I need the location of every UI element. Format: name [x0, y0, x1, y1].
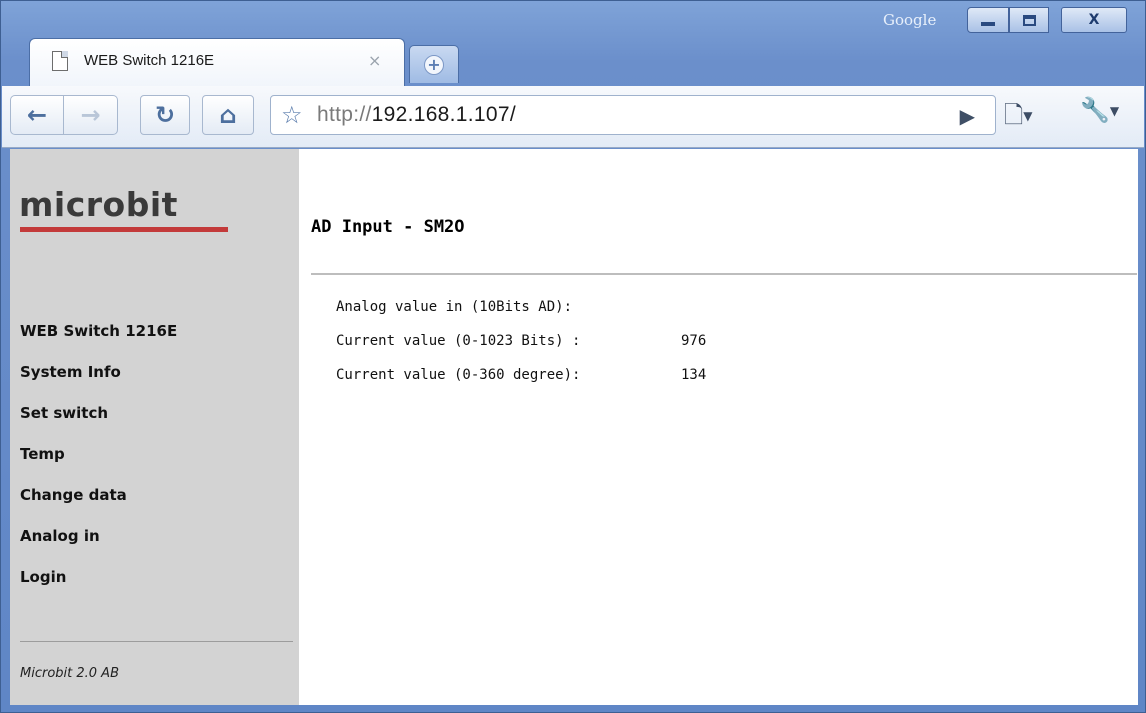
value-degree: 134 — [681, 367, 707, 383]
back-button[interactable]: ← — [10, 95, 64, 135]
url-text[interactable]: http://192.168.1.107/ — [317, 103, 516, 127]
sidebar-item-temp[interactable]: Temp — [20, 444, 177, 485]
sidebar-divider — [20, 641, 293, 642]
chevron-down-icon: ▼ — [1109, 104, 1120, 118]
sidebar-item-system-info[interactable]: System Info — [20, 362, 177, 403]
title-divider — [311, 273, 1137, 275]
value-row-bits: Current value (0-1023 Bits) : 976 — [336, 333, 706, 367]
home-icon: ⌂ — [219, 101, 237, 129]
logo-underline — [20, 227, 228, 232]
value-label: Current value (0-1023 Bits) : — [336, 333, 581, 349]
browser-window: Google X WEB Switch 1216E × + ← → ↻ ⌂ ☆ … — [0, 0, 1146, 713]
forward-button[interactable]: → — [64, 95, 118, 135]
forward-arrow-icon: → — [80, 101, 101, 129]
value-row-degree: Current value (0-360 degree): 134 — [336, 367, 706, 401]
page-icon — [52, 51, 68, 71]
url-host: 192.168.1.107/ — [371, 103, 516, 126]
wrench-menu-button[interactable]: 🔧▼ — [1080, 96, 1119, 124]
new-tab-button[interactable]: + — [409, 45, 459, 83]
microbit-logo: microbit — [19, 185, 178, 224]
maximize-button[interactable] — [1009, 7, 1049, 33]
minimize-icon — [981, 22, 995, 26]
sidebar: microbit WEB Switch 1216E System Info Se… — [10, 149, 299, 705]
web-page: microbit WEB Switch 1216E System Info Se… — [10, 149, 1138, 705]
sidebar-item-set-switch[interactable]: Set switch — [20, 403, 177, 444]
url-scheme: http:// — [317, 103, 372, 126]
page-menu-button[interactable]: 🗋▼ — [1004, 98, 1033, 139]
browser-toolbar: ← → ↻ ⌂ ☆ http://192.168.1.107/ ▶ 🗋▼ 🔧▼ — [2, 86, 1144, 148]
bookmark-star-icon[interactable]: ☆ — [281, 101, 303, 129]
sidebar-nav: WEB Switch 1216E System Info Set switch … — [20, 321, 177, 608]
maximize-icon — [1022, 14, 1036, 26]
tab-close-icon[interactable]: × — [368, 51, 381, 70]
reload-icon: ↻ — [154, 101, 176, 129]
close-icon: X — [1088, 12, 1100, 28]
sidebar-item-login[interactable]: Login — [20, 567, 177, 608]
home-button[interactable]: ⌂ — [202, 95, 254, 135]
main-content: AD Input - SM2O Analog value in (10Bits … — [299, 149, 1138, 705]
go-arrow-icon[interactable]: ▶ — [960, 104, 975, 128]
page-icon: 🗋 — [1004, 101, 1024, 129]
minimize-button[interactable] — [967, 7, 1009, 33]
sidebar-item-analog-in[interactable]: Analog in — [20, 526, 177, 567]
address-bar[interactable]: ☆ http://192.168.1.107/ ▶ — [270, 95, 996, 135]
reload-button[interactable]: ↻ — [140, 95, 190, 135]
close-window-button[interactable]: X — [1061, 7, 1127, 33]
chevron-down-icon: ▼ — [1023, 109, 1033, 123]
tab-active[interactable]: WEB Switch 1216E × — [29, 38, 405, 86]
value-bits: 976 — [681, 333, 707, 349]
page-title: AD Input - SM2O — [311, 217, 465, 237]
sidebar-item-change-data[interactable]: Change data — [20, 485, 177, 526]
sidebar-item-web-switch[interactable]: WEB Switch 1216E — [20, 321, 177, 362]
plus-icon: + — [424, 54, 444, 75]
back-arrow-icon: ← — [26, 101, 48, 129]
analog-heading: Analog value in (10Bits AD): — [336, 299, 573, 315]
browser-brand: Google — [883, 11, 937, 29]
sidebar-footer: Microbit 2.0 AB — [20, 666, 119, 681]
wrench-icon: 🔧 — [1080, 96, 1110, 124]
value-label: Current value (0-360 degree): — [336, 367, 581, 383]
analog-values: Analog value in (10Bits AD): Current val… — [336, 299, 706, 401]
tab-title: WEB Switch 1216E — [84, 52, 215, 69]
